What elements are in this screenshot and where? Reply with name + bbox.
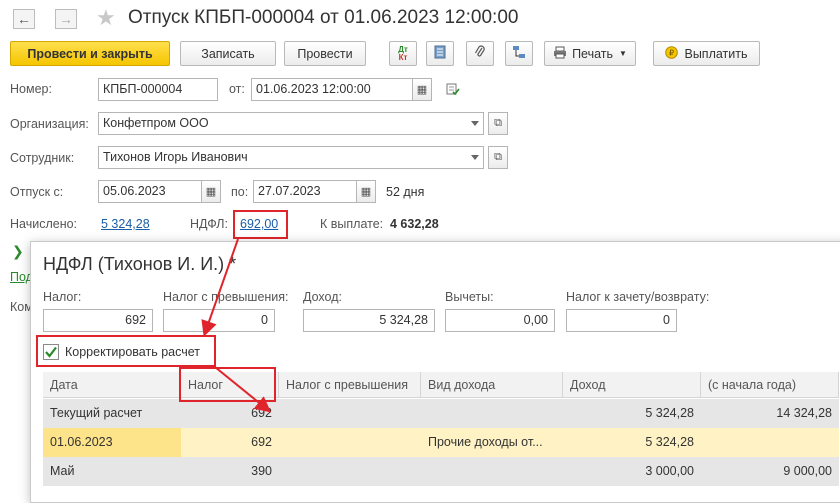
arrow-icon: [201, 238, 239, 337]
arrow-icon: [214, 366, 272, 413]
annotation-arrows: [201, 238, 272, 413]
